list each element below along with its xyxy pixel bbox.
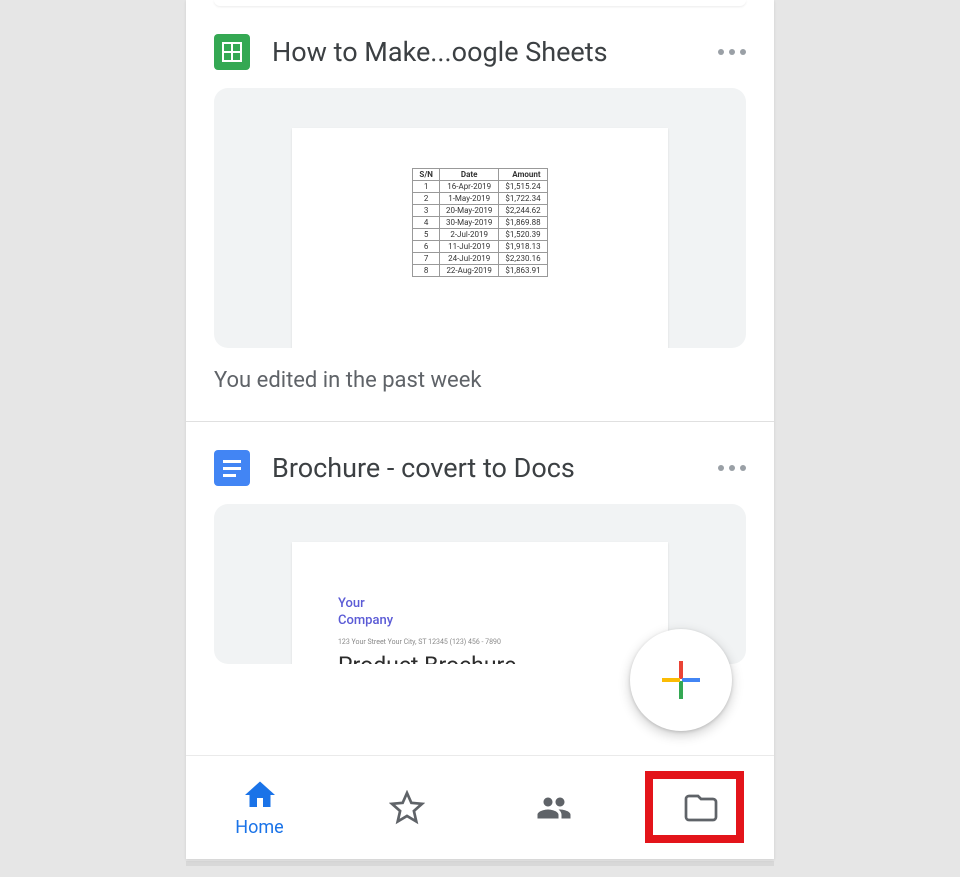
more-options-button[interactable] [718, 457, 746, 479]
brochure-company: Your Company [338, 596, 622, 630]
table-row: 320-May-2019$2,244.62 [413, 205, 547, 217]
nav-home[interactable]: Home [186, 756, 333, 859]
table-row: 822-Aug-2019$1,863.91 [413, 265, 547, 277]
file-meta: You edited in the past week [214, 348, 746, 421]
home-icon [242, 777, 278, 813]
table-row: 21-May-2019$1,722.34 [413, 193, 547, 205]
table-row: 724-Jul-2019$2,230.16 [413, 253, 547, 265]
nav-home-label: Home [235, 817, 283, 838]
table-row: 430-May-2019$1,869.88 [413, 217, 547, 229]
file-item-sheets[interactable]: How to Make...oogle Sheets S/NDateAmount… [186, 6, 774, 421]
nav-shared[interactable] [480, 756, 627, 859]
bottom-nav: Home [186, 755, 774, 859]
table-row: 52-Jul-2019$1,520.39 [413, 229, 547, 241]
app-shadow [186, 861, 774, 866]
brochure-address: 123 Your Street Your City, ST 12345 (123… [338, 638, 622, 646]
brochure-preview: Your Company 123 Your Street Your City, … [292, 542, 668, 664]
sheets-icon [214, 34, 250, 70]
file-thumbnail[interactable]: S/NDateAmount 116-Apr-2019$1,515.2421-Ma… [214, 88, 746, 348]
file-header: Brochure - covert to Docs [214, 450, 746, 486]
nav-starred[interactable] [333, 756, 480, 859]
people-icon [536, 790, 572, 826]
table-header: S/N [413, 169, 440, 181]
mini-table: S/NDateAmount 116-Apr-2019$1,515.2421-Ma… [412, 168, 547, 277]
table-header: Date [439, 169, 498, 181]
file-title: How to Make...oogle Sheets [272, 36, 696, 68]
file-header: How to Make...oogle Sheets [214, 34, 746, 70]
star-icon [389, 790, 425, 826]
app-container: How to Make...oogle Sheets S/NDateAmount… [186, 0, 774, 859]
plus-icon [659, 658, 703, 702]
more-options-button[interactable] [718, 41, 746, 63]
brochure-heading: Product Brochure [338, 652, 622, 664]
folder-icon [683, 790, 719, 826]
file-title: Brochure - covert to Docs [272, 452, 696, 484]
docs-icon [214, 450, 250, 486]
nav-files[interactable] [627, 756, 774, 859]
create-new-button[interactable] [630, 629, 732, 731]
table-row: 116-Apr-2019$1,515.24 [413, 181, 547, 193]
table-header: Amount [499, 169, 547, 181]
table-row: 611-Jul-2019$1,918.13 [413, 241, 547, 253]
file-item-docs[interactable]: Brochure - covert to Docs Your Company 1… [186, 422, 774, 664]
sheet-preview: S/NDateAmount 116-Apr-2019$1,515.2421-Ma… [292, 128, 668, 348]
